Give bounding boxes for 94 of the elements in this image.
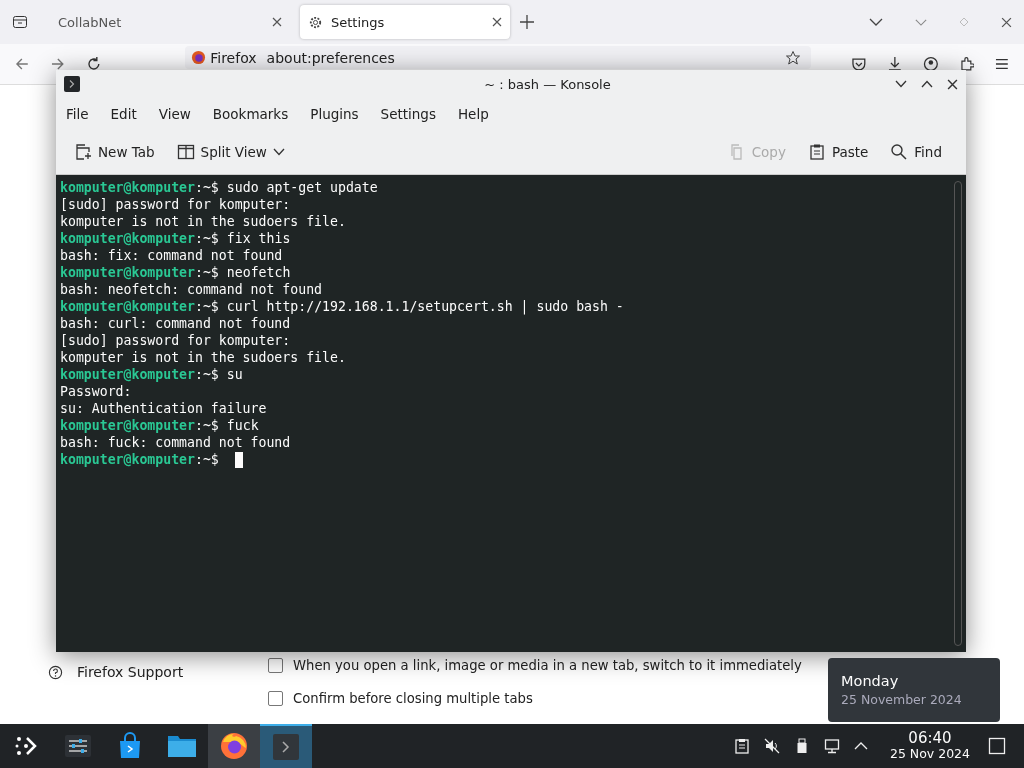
clock-date: 25 Nov 2024 <box>889 746 970 761</box>
output-line: komputer is not in the sudoers file. <box>60 349 346 366</box>
tooltip-day: Monday <box>841 673 1000 689</box>
download-icon[interactable] <box>887 56 903 72</box>
show-desktop-icon[interactable] <box>988 737 1006 755</box>
prompt-user: komputer@komputer <box>60 298 195 315</box>
browser-tab[interactable]: CollabNet <box>50 5 290 39</box>
muted-speaker-icon[interactable] <box>763 738 780 754</box>
help-icon <box>48 664 63 680</box>
option-label: Confirm before closing multiple tabs <box>293 691 533 706</box>
close-icon[interactable] <box>1001 16 1012 28</box>
menu-item[interactable]: File <box>66 106 89 122</box>
close-icon[interactable] <box>492 17 502 27</box>
taskbar-app[interactable] <box>208 724 260 768</box>
menu-item[interactable]: Settings <box>380 106 436 122</box>
prompt-path: :~$ <box>195 179 219 196</box>
command-text: sudo apt-get update <box>226 179 378 196</box>
option-label: When you open a link, image or media in a new tab, switch to it immediately <box>293 658 802 673</box>
checkbox[interactable] <box>268 658 283 673</box>
split-view-icon <box>176 143 195 161</box>
output-line: [sudo] password for komputer: <box>60 332 291 349</box>
window-title: ~ : bash — Konsole <box>483 76 612 92</box>
command-text: curl http://192.168.1.1/setupcert.sh | sudo bash - <box>226 298 624 315</box>
command-text: neofetch <box>226 264 291 281</box>
new-tab-icon <box>74 143 92 161</box>
output-line: bash: neofetch: command not found <box>60 281 322 298</box>
toolbar-button[interactable]: Find <box>884 139 948 165</box>
close-icon[interactable] <box>947 78 958 90</box>
pocket-icon[interactable] <box>851 56 868 72</box>
prompt-path: :~$ <box>195 264 219 281</box>
prompt-path: :~$ <box>195 451 219 468</box>
gear-icon <box>308 14 323 30</box>
clock-time: 06:40 <box>908 731 952 746</box>
network-icon[interactable] <box>823 738 840 754</box>
menu-item[interactable]: Bookmarks <box>212 106 289 122</box>
output-line: komputer is not in the sudoers file. <box>60 213 346 230</box>
prompt-user: komputer@komputer <box>60 366 195 383</box>
output-line: su: Authentication failure <box>60 400 267 417</box>
command-text: fix this <box>226 230 291 247</box>
launcher-icon <box>14 734 38 758</box>
menu-item[interactable]: Plugins <box>310 106 359 122</box>
terminal-icon <box>272 733 300 761</box>
menu-item[interactable]: Edit <box>110 106 137 122</box>
prompt-path: :~$ <box>195 298 219 315</box>
prompt-user: komputer@komputer <box>60 451 195 468</box>
prompt-user: komputer@komputer <box>60 230 195 247</box>
menu-icon[interactable] <box>994 56 1011 72</box>
new-tab-icon[interactable] <box>520 15 534 29</box>
clock[interactable]: 06:40 25 Nov 2024 <box>889 731 970 761</box>
command-text: su <box>226 366 243 383</box>
toolbar-button[interactable]: Paste <box>801 139 875 165</box>
prompt-path: :~$ <box>195 417 219 434</box>
sliders-icon <box>64 732 92 760</box>
firefox-logo-icon <box>191 50 207 65</box>
prompt-path: :~$ <box>195 366 219 383</box>
url-text: about:preferences <box>266 49 395 66</box>
prompt-user: komputer@komputer <box>60 179 195 196</box>
search-icon <box>890 143 909 161</box>
forward-icon[interactable] <box>49 56 66 72</box>
star-icon[interactable] <box>785 49 802 66</box>
toolbar-button[interactable]: New Tab <box>68 139 161 165</box>
minimize-icon[interactable] <box>895 80 907 88</box>
output-line: bash: fix: command not found <box>60 247 283 264</box>
output-line: bash: fuck: command not found <box>60 434 291 451</box>
account-icon[interactable] <box>922 56 939 72</box>
maximize-icon[interactable] <box>921 80 933 88</box>
paste-icon <box>807 143 826 161</box>
address-bar[interactable]: Firefox about:preferences <box>185 46 812 69</box>
output-line: Password: <box>60 383 132 400</box>
close-icon[interactable] <box>272 17 282 27</box>
terminal-app-icon <box>64 76 80 92</box>
toolbar-button[interactable]: Split View <box>170 139 291 165</box>
chevron-down-icon[interactable] <box>869 18 883 26</box>
sidebar-link[interactable]: Firefox Support <box>48 664 260 680</box>
extensions-icon[interactable] <box>958 56 975 72</box>
menu-item[interactable]: View <box>158 106 191 122</box>
command-text: fuck <box>226 417 259 434</box>
prompt-user: komputer@komputer <box>60 417 195 434</box>
identity-label[interactable]: Firefox <box>191 49 257 66</box>
prompt-user: komputer@komputer <box>60 264 195 281</box>
reload-icon[interactable] <box>85 56 102 72</box>
output-line: bash: curl: command not found <box>60 315 291 332</box>
tooltip-date: 25 November 2024 <box>841 692 963 707</box>
firefox-logo-icon <box>220 732 248 760</box>
menu-item[interactable]: Help <box>457 106 489 122</box>
browser-tab[interactable]: Settings <box>300 5 510 39</box>
clipboard-icon[interactable] <box>733 738 750 754</box>
chevron-down-icon <box>272 148 285 156</box>
prompt-path: :~$ <box>195 230 219 247</box>
chevron-up-icon[interactable] <box>853 742 868 750</box>
tab-list-icon[interactable] <box>12 14 28 30</box>
back-icon[interactable] <box>14 56 30 72</box>
checkbox[interactable] <box>268 691 283 706</box>
output-line: [sudo] password for komputer: <box>60 196 291 213</box>
